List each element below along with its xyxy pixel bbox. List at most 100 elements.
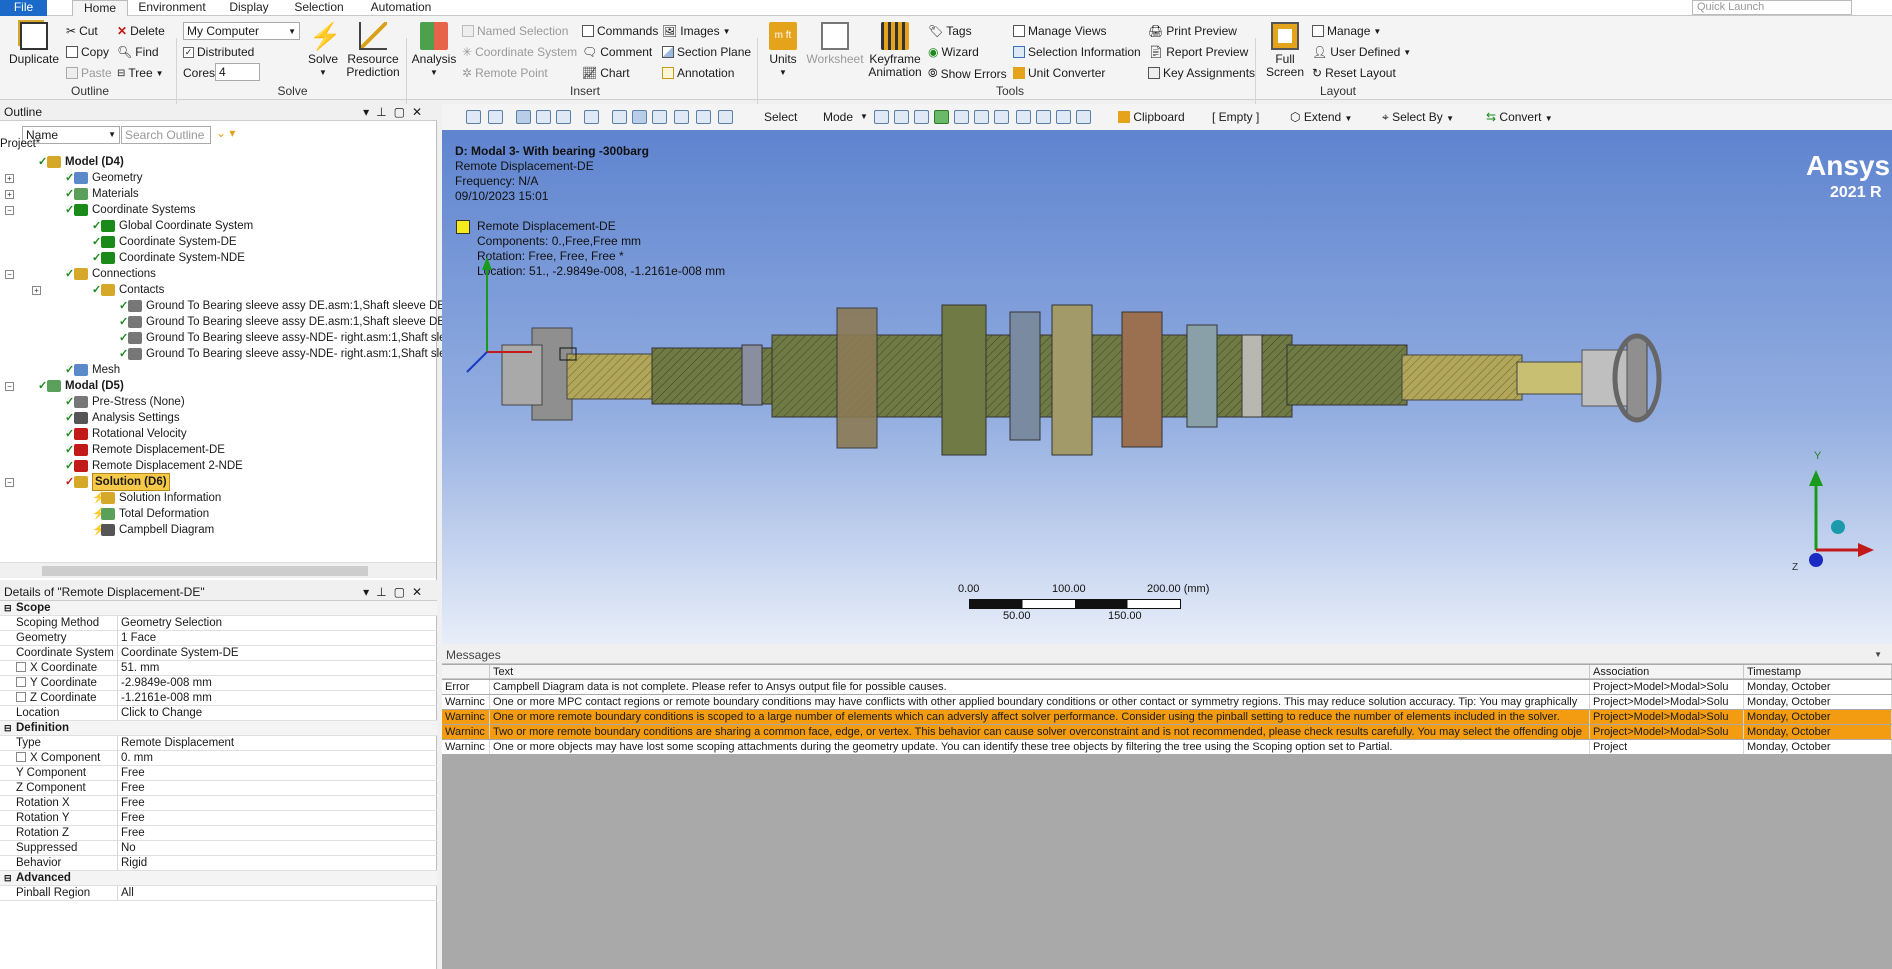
details-value[interactable]: Free [121, 826, 433, 841]
cores-input[interactable]: 4 [215, 63, 260, 81]
select-face-icon[interactable] [914, 110, 929, 124]
tree-item-coordinate-system[interactable]: ✓ Global Coordinate System [92, 218, 253, 234]
details-row[interactable]: Scoping Method Geometry Selection [0, 616, 437, 631]
message-row[interactable]: Error Campbell Diagram data is not comple… [442, 680, 1892, 694]
column-header-text[interactable]: Text [490, 665, 1590, 679]
mode-button[interactable]: Mode [823, 108, 853, 126]
images-button[interactable]: 🖼︎ Images ▼ [662, 24, 731, 38]
parameter-checkbox[interactable] [16, 677, 26, 687]
panel-controls-icon[interactable]: ▾⊥▢✕ [363, 104, 429, 120]
tab-display[interactable]: Display [222, 0, 276, 16]
select-filter-icon[interactable] [1056, 110, 1071, 124]
analysis-button[interactable]: Analysis ▼ [410, 22, 458, 79]
zoom-icon[interactable] [652, 110, 667, 124]
tree-item-analysis-settings[interactable]: ✓ Analysis Settings [65, 410, 180, 426]
details-section-scope[interactable]: ⊟ Scope [0, 601, 437, 616]
show-errors-button[interactable]: ⦾ Show Errors [928, 66, 1007, 81]
tree-item-total-deformation[interactable]: ⚡ Total Deformation [92, 506, 209, 522]
shaft-rotor[interactable] [501, 304, 1662, 456]
search-outline-input[interactable]: Search Outline [121, 126, 211, 144]
details-value[interactable]: All [121, 886, 433, 901]
convert-button[interactable]: ⇆ Convert ▼ [1486, 108, 1553, 126]
coordinate-system-button[interactable]: ✳ Coordinate System [462, 45, 577, 59]
filter-options-icon[interactable]: ⌄ ▾ [216, 126, 235, 140]
resource-prediction-button[interactable]: Resource Prediction [343, 22, 403, 79]
tree-item-campbell-diagram[interactable]: ⚡ Campbell Diagram [92, 522, 214, 538]
details-value[interactable]: Click to Change [121, 706, 433, 721]
display-mode-icon[interactable] [516, 110, 531, 124]
model-geometry[interactable] [442, 130, 1892, 644]
tree-item-materials[interactable]: ✓ Materials [65, 186, 139, 202]
tree-item-coordinate-system[interactable]: ✓ Coordinate System-NDE [92, 250, 245, 266]
details-row[interactable]: Z Coordinate -1.2161e-008 mm [0, 691, 437, 706]
column-header-association[interactable]: Association [1590, 665, 1744, 679]
tree-item-contact[interactable]: ✓ Ground To Bearing sleeve assy DE.asm:1,… [119, 298, 485, 314]
paste-button[interactable]: Paste [66, 66, 112, 80]
details-row[interactable]: Rotation Y Free [0, 811, 437, 826]
named-selection-button[interactable]: Named Selection [462, 24, 568, 38]
tree-item-pre-stress[interactable]: ✓ Pre-Stress (None) [65, 394, 185, 410]
tree-item-project[interactable]: Project* [0, 136, 40, 152]
column-header-timestamp[interactable]: Timestamp [1744, 665, 1892, 679]
details-value[interactable]: Free [121, 811, 433, 826]
tree-item-contact[interactable]: ✓ Ground To Bearing sleeve assy DE.asm:1,… [119, 314, 486, 330]
selection-information-button[interactable]: Selection Information [1013, 45, 1141, 59]
solve-button[interactable]: ⚡ Solve ▼ [303, 22, 343, 79]
select-body-icon[interactable] [934, 110, 949, 124]
select-vertex-icon[interactable] [874, 110, 889, 124]
collapse-icon[interactable]: ⊟ [4, 601, 12, 616]
select-all-icon[interactable] [1036, 110, 1051, 124]
duplicate-button[interactable]: Duplicate [8, 22, 60, 66]
tree-item-remote-displacement[interactable]: ✓ Remote Displacement-DE [65, 442, 225, 458]
box-zoom-icon[interactable] [674, 110, 689, 124]
details-value[interactable]: 1 Face [121, 631, 433, 646]
key-assignments-button[interactable]: Key Assignments [1148, 66, 1255, 80]
expand-toggle[interactable]: + [5, 190, 14, 199]
details-value[interactable]: Geometry Selection [121, 616, 433, 631]
tree-item-coordinate-system[interactable]: ✓ Coordinate System-DE [92, 234, 237, 250]
manage-views-button[interactable]: Manage Views [1013, 24, 1107, 38]
tree-button[interactable]: ⊟ Tree ▼ [117, 66, 164, 80]
tags-button[interactable]: 🏷︎ Tags [928, 24, 972, 38]
details-value[interactable]: -1.2161e-008 mm [121, 691, 433, 706]
units-button[interactable]: m ft Units ▼ [762, 22, 804, 79]
tree-item-modal[interactable]: ✓ Modal (D5) [38, 378, 124, 394]
details-row[interactable]: Coordinate System Coordinate System-DE [0, 646, 437, 661]
details-row[interactable]: Behavior Rigid [0, 856, 437, 871]
extend-button[interactable]: ⬡ Extend ▼ [1290, 108, 1352, 126]
solve-target-select[interactable]: My Computer ▼ [183, 22, 300, 40]
wireframe-icon[interactable] [556, 110, 571, 124]
tree-item-connections[interactable]: ✓ Connections [65, 266, 156, 282]
chevron-down-icon[interactable]: ▼ [1874, 646, 1882, 664]
report-preview-button[interactable]: 📄︎ Report Preview [1148, 45, 1248, 59]
quick-launch-input[interactable]: Quick Launch [1692, 0, 1852, 15]
rotate-icon[interactable] [612, 110, 627, 124]
details-value[interactable]: Rigid [121, 856, 433, 871]
tab-environment[interactable]: Environment [134, 0, 210, 16]
expand-toggle[interactable]: − [5, 206, 14, 215]
tree-item-contacts[interactable]: ✓ Contacts [92, 282, 164, 298]
select-node-icon[interactable] [954, 110, 969, 124]
details-value[interactable]: Free [121, 766, 433, 781]
select-edge-icon[interactable] [894, 110, 909, 124]
shaded-icon[interactable] [536, 110, 551, 124]
select-mesh-icon[interactable] [1016, 110, 1031, 124]
tree-item-coordinate-systems[interactable]: ✓ Coordinate Systems [65, 202, 196, 218]
tab-automation[interactable]: Automation [362, 0, 440, 16]
expand-toggle[interactable]: − [5, 478, 14, 487]
expand-toggle[interactable]: + [32, 286, 41, 295]
full-screen-button[interactable]: Full Screen [1260, 22, 1310, 79]
file-tab[interactable]: File [0, 0, 47, 16]
comment-button[interactable]: 🗨︎ Comment [582, 45, 652, 59]
clipboard-button[interactable]: Clipboard [1118, 108, 1185, 126]
cut-button[interactable]: ✂ Cut [66, 24, 98, 38]
details-row[interactable]: Pinball Region All [0, 886, 437, 901]
wizard-button[interactable]: ◉ Wizard [928, 45, 979, 59]
details-row[interactable]: Location Click to Change [0, 706, 437, 721]
user-defined-button[interactable]: 👤︎ User Defined ▼ [1312, 45, 1411, 59]
delete-button[interactable]: ✕ Delete [117, 24, 165, 38]
tree-item-remote-displacement[interactable]: ✓ Remote Displacement 2-NDE [65, 458, 243, 474]
tree-item-mesh[interactable]: ✓ Mesh [65, 362, 120, 378]
expand-toggle[interactable]: − [5, 270, 14, 279]
copy-button[interactable]: Copy [66, 45, 109, 59]
